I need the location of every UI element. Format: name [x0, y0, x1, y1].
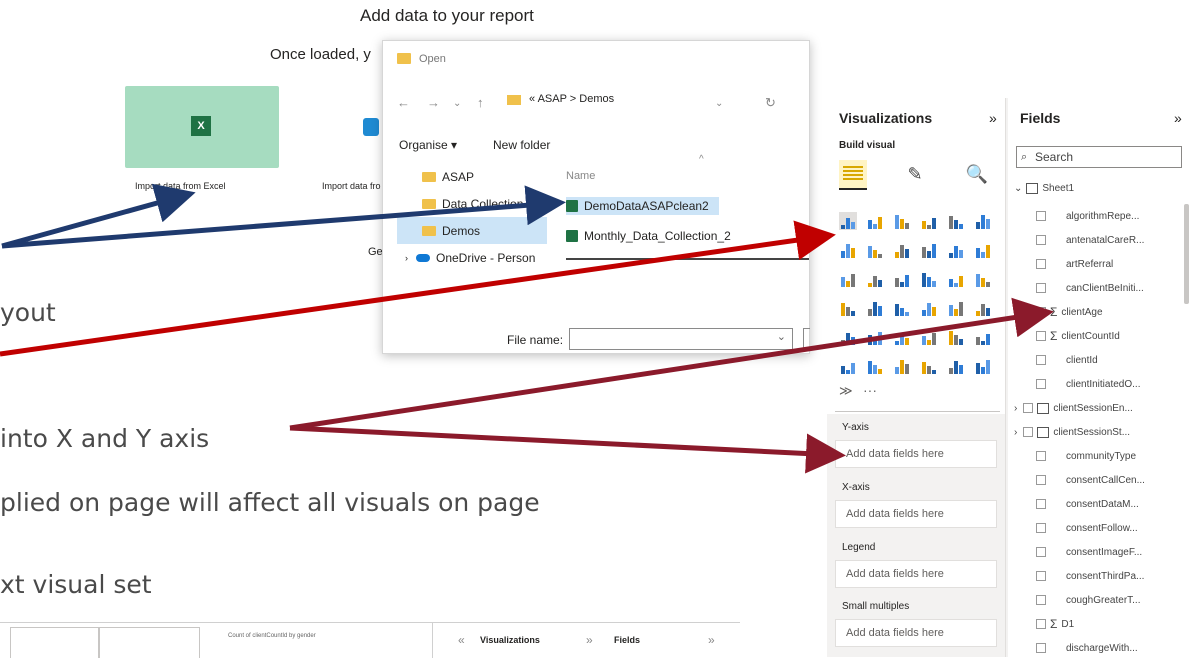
- annotation-arrows: [0, 183, 1054, 474]
- arrow-to-y-axis: [289, 425, 846, 474]
- arrow-to-field: [289, 297, 1054, 431]
- arrow-to-visuals: [0, 220, 836, 357]
